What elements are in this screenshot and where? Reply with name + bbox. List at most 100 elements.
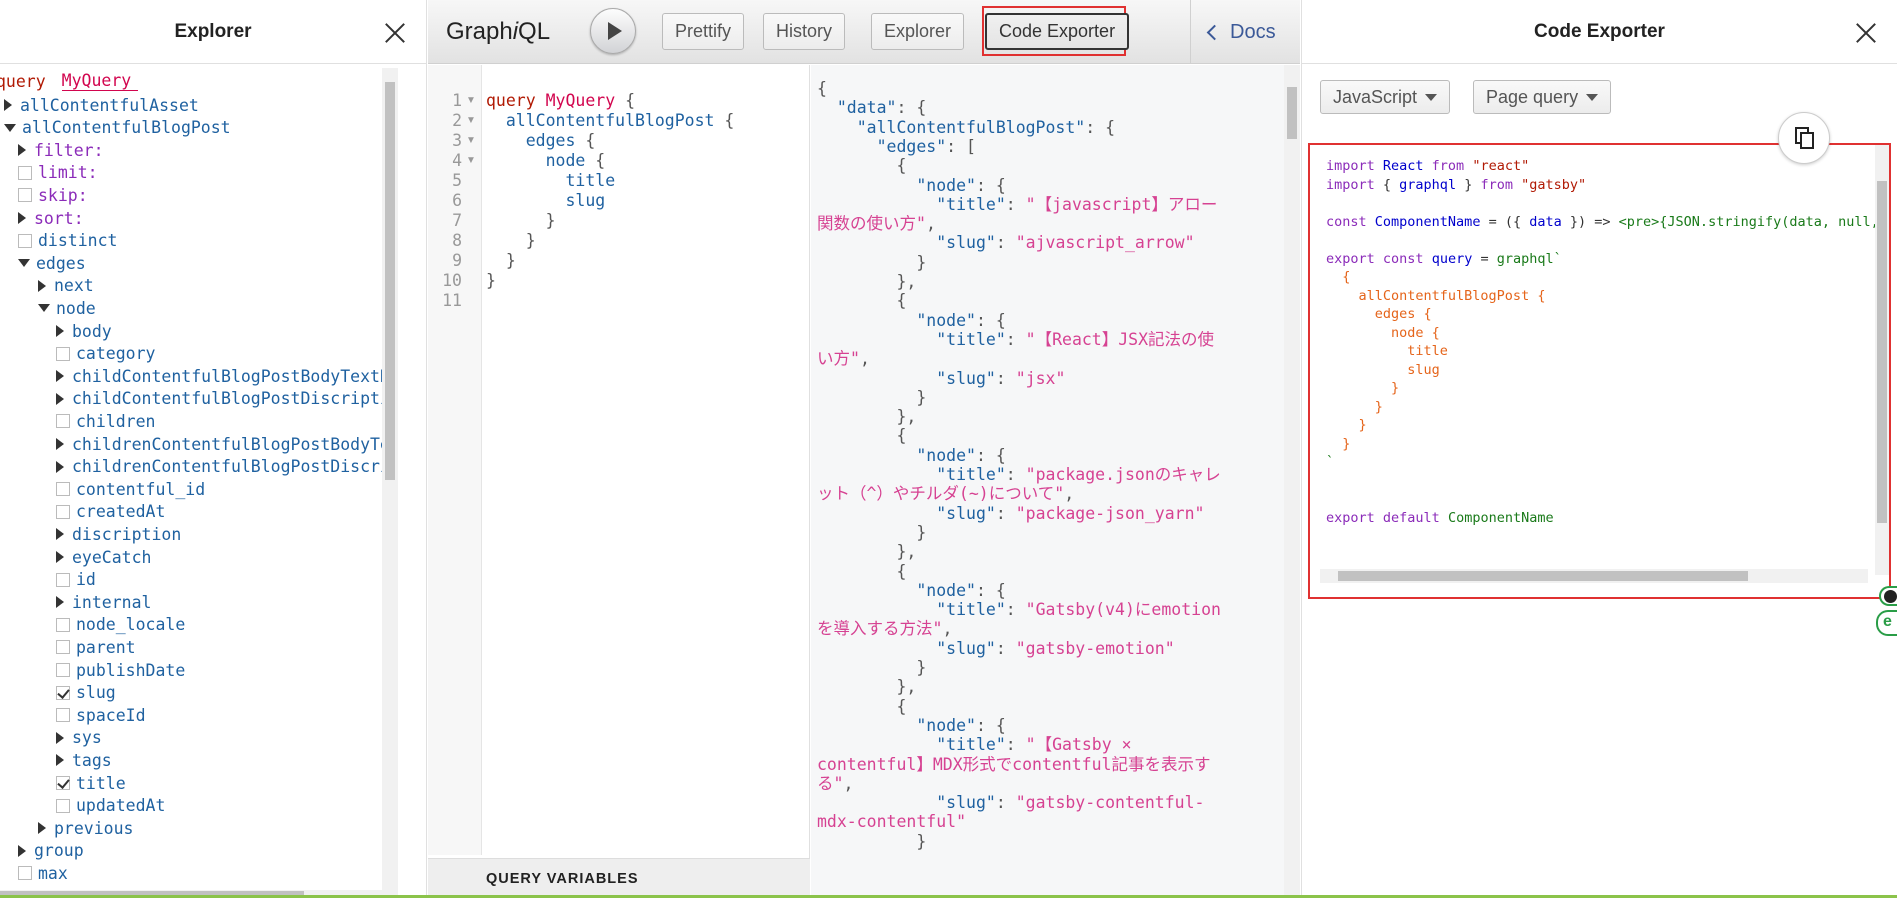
checkbox[interactable] bbox=[18, 233, 32, 248]
code-horizontal-scrollbar[interactable] bbox=[1320, 569, 1868, 583]
checkbox-checked[interactable] bbox=[56, 685, 70, 700]
chevron-right-icon[interactable] bbox=[56, 754, 64, 767]
code-exporter-button[interactable]: Code Exporter bbox=[985, 13, 1130, 50]
explorer-field-edges[interactable]: edges bbox=[18, 252, 86, 274]
docs-button[interactable]: Docs bbox=[1190, 0, 1300, 64]
play-icon[interactable] bbox=[590, 8, 636, 54]
exported-code-box[interactable]: import React from "react" import { graphq… bbox=[1308, 143, 1891, 599]
checkbox[interactable] bbox=[56, 798, 70, 813]
explorer-field-distinct[interactable]: distinct bbox=[18, 230, 117, 252]
query-mode-select[interactable]: Page query bbox=[1473, 80, 1612, 114]
checkbox[interactable] bbox=[18, 188, 32, 203]
explorer-field-allcontentfulasset[interactable]: allContentfulAsset bbox=[4, 94, 199, 116]
checkbox[interactable] bbox=[56, 504, 70, 519]
checkbox[interactable] bbox=[18, 866, 32, 881]
explorer-field-sys[interactable]: sys bbox=[56, 727, 102, 749]
extension-close-icon[interactable] bbox=[1879, 586, 1897, 606]
explorer-button[interactable]: Explorer bbox=[871, 13, 965, 50]
chevron-right-icon[interactable] bbox=[56, 731, 64, 744]
fold-icon[interactable]: ▼ bbox=[466, 111, 476, 131]
chevron-right-icon[interactable] bbox=[38, 822, 46, 835]
language-select[interactable]: JavaScript bbox=[1320, 80, 1451, 114]
query-variables-bar[interactable]: QUERY VARIABLES bbox=[428, 858, 810, 898]
explorer-field-max[interactable]: max bbox=[18, 862, 68, 884]
explorer-field-internal[interactable]: internal bbox=[56, 591, 151, 613]
checkbox[interactable] bbox=[56, 414, 70, 429]
explorer-field-title[interactable]: title bbox=[56, 772, 126, 794]
explorer-field-slug[interactable]: slug bbox=[56, 682, 116, 704]
chevron-right-icon[interactable] bbox=[56, 596, 64, 609]
explorer-field-discription[interactable]: discription bbox=[56, 523, 181, 545]
explorer-field-publishdate[interactable]: publishDate bbox=[56, 659, 185, 681]
query-name-input[interactable]: MyQuery bbox=[61, 71, 138, 91]
copy-icon[interactable] bbox=[1778, 112, 1830, 164]
chevron-right-icon[interactable] bbox=[56, 460, 64, 473]
scrollbar-thumb[interactable] bbox=[385, 82, 395, 480]
explorer-field-limit[interactable]: limit: bbox=[18, 162, 98, 184]
chevron-right-icon[interactable] bbox=[56, 438, 64, 450]
chevron-right-icon[interactable] bbox=[56, 370, 64, 383]
close-icon[interactable] bbox=[384, 22, 406, 44]
explorer-field-childcontentfulblogpostdiscriptiontextnode[interactable]: childContentfulBlogPostDiscriptionTextNo… bbox=[56, 388, 398, 410]
chevron-right-icon[interactable] bbox=[18, 212, 26, 224]
checkbox[interactable] bbox=[56, 708, 70, 723]
explorer-field-contentful_id[interactable]: contentful_id bbox=[56, 478, 205, 500]
history-button[interactable]: History bbox=[763, 13, 846, 50]
explorer-field-childrencontentfulblogpostbodytextnode[interactable]: childrenContentfulBlogPostBodyTextNode bbox=[56, 433, 398, 455]
result-line: "title": "【javascript】アロー bbox=[936, 194, 1218, 214]
chevron-down-icon[interactable] bbox=[4, 123, 16, 132]
explorer-field-sort[interactable]: sort: bbox=[18, 207, 84, 229]
explorer-field-body[interactable]: body bbox=[56, 320, 112, 342]
chevron-down-icon[interactable] bbox=[38, 304, 50, 313]
chevron-right-icon[interactable] bbox=[56, 528, 64, 541]
checkbox[interactable] bbox=[56, 346, 70, 361]
extension-icon[interactable]: e bbox=[1876, 610, 1897, 636]
query-editor[interactable]: 1 ▼ query MyQuery {2 ▼ allContentfulBlogPos… bbox=[428, 65, 810, 898]
code-vertical-scrollbar[interactable] bbox=[1875, 145, 1889, 575]
chevron-right-icon[interactable] bbox=[18, 144, 26, 157]
explorer-field-updatedat[interactable]: updatedAt bbox=[56, 795, 165, 817]
explorer-field-previous[interactable]: previous bbox=[38, 817, 133, 839]
explorer-field-category[interactable]: category bbox=[56, 343, 155, 365]
checkbox[interactable] bbox=[18, 165, 32, 180]
chevron-right-icon[interactable] bbox=[4, 99, 12, 111]
scrollbar-thumb[interactable] bbox=[1877, 181, 1887, 523]
chevron-right-icon[interactable] bbox=[18, 844, 26, 857]
explorer-field-filter[interactable]: filter: bbox=[18, 139, 104, 161]
scrollbar-thumb[interactable] bbox=[1338, 571, 1748, 581]
checkbox[interactable] bbox=[56, 617, 70, 632]
explorer-field-eyecatch[interactable]: eyeCatch bbox=[56, 546, 151, 568]
result-vertical-scrollbar[interactable] bbox=[1284, 65, 1300, 898]
explorer-field-parent[interactable]: parent bbox=[56, 636, 136, 658]
explorer-field-tags[interactable]: tags bbox=[56, 749, 112, 771]
explorer-field-id[interactable]: id bbox=[56, 569, 96, 591]
checkbox[interactable] bbox=[56, 482, 70, 497]
explorer-field-next[interactable]: next bbox=[38, 275, 94, 297]
checkbox[interactable] bbox=[56, 663, 70, 677]
fold-icon[interactable]: ▼ bbox=[466, 131, 476, 151]
explorer-field-group[interactable]: group bbox=[18, 840, 84, 862]
checkbox-checked[interactable] bbox=[56, 776, 70, 790]
close-icon[interactable] bbox=[1855, 22, 1877, 44]
chevron-right-icon[interactable] bbox=[56, 551, 64, 563]
explorer-field-skip[interactable]: skip: bbox=[18, 184, 88, 206]
explorer-field-allcontentfulblogpost[interactable]: allContentfulBlogPost bbox=[4, 117, 231, 139]
explorer-field-childcontentfulblogpostbodytextnode[interactable]: childContentfulBlogPostBodyTextNode bbox=[56, 365, 398, 387]
chevron-right-icon[interactable] bbox=[56, 325, 64, 337]
prettify-button[interactable]: Prettify bbox=[662, 13, 745, 50]
chevron-down-icon[interactable] bbox=[18, 259, 30, 268]
explorer-field-node[interactable]: node bbox=[38, 297, 96, 319]
explorer-field-children[interactable]: children bbox=[56, 410, 155, 432]
chevron-right-icon[interactable] bbox=[56, 392, 64, 405]
explorer-field-childrencontentfulblogpostdiscriptiontextnode[interactable]: childrenContentfulBlogPostDiscriptionTex… bbox=[56, 456, 398, 478]
scrollbar-thumb[interactable] bbox=[1287, 87, 1297, 139]
fold-icon[interactable]: ▼ bbox=[466, 91, 476, 111]
chevron-right-icon[interactable] bbox=[38, 279, 46, 292]
checkbox[interactable] bbox=[56, 640, 70, 655]
explorer-field-spaceid[interactable]: spaceId bbox=[56, 704, 146, 726]
explorer-field-node_locale[interactable]: node_locale bbox=[56, 614, 185, 636]
checkbox[interactable] bbox=[56, 572, 70, 587]
explorer-field-createdat[interactable]: createdAt bbox=[56, 501, 165, 523]
explorer-vertical-scrollbar[interactable] bbox=[382, 68, 398, 898]
fold-icon[interactable]: ▼ bbox=[466, 151, 476, 171]
